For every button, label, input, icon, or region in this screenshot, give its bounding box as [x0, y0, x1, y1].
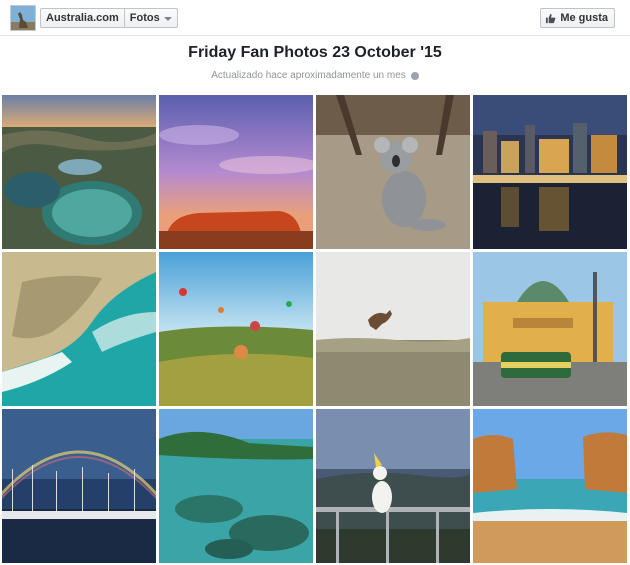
album-updated-text: Actualizado hace aproximadamente un mes [211, 70, 406, 81]
photo-aerial-coastline[interactable] [2, 252, 156, 406]
album-title: Friday Fan Photos 23 October '15 [188, 44, 442, 61]
photo-marina-rainbow[interactable] [2, 409, 156, 563]
photo-city-night[interactable] [473, 95, 627, 249]
top-bar: Australia.com Fotos Me gusta [0, 0, 630, 36]
photo-cockatoo[interactable] [316, 409, 470, 563]
like-button[interactable]: Me gusta [540, 8, 615, 28]
photo-kangaroo-jumping[interactable] [316, 252, 470, 406]
thumbs-up-icon [546, 13, 556, 23]
photo-hot-air-balloons[interactable] [159, 252, 313, 406]
photo-flinders-station[interactable] [473, 252, 627, 406]
breadcrumb-section-label: Fotos [129, 12, 160, 24]
photo-sea-stacks[interactable] [473, 409, 627, 563]
photo-coastal-rock-pools[interactable] [2, 95, 156, 249]
photo-clear-water-cove[interactable] [159, 409, 313, 563]
breadcrumb-section-dropdown[interactable]: Fotos [123, 9, 177, 27]
globe-icon [410, 71, 419, 80]
kangaroo-avatar-icon[interactable] [10, 5, 36, 31]
breadcrumb-page-link[interactable]: Australia.com [41, 9, 124, 27]
breadcrumb: Australia.com Fotos [40, 8, 178, 28]
album-updated-info: Actualizado hace aproximadamente un mes [0, 70, 630, 81]
photo-grid [2, 95, 627, 563]
photo-uluru[interactable] [159, 95, 313, 249]
chevron-down-icon [163, 16, 172, 21]
like-button-label: Me gusta [560, 12, 608, 24]
photo-koala[interactable] [316, 95, 470, 249]
